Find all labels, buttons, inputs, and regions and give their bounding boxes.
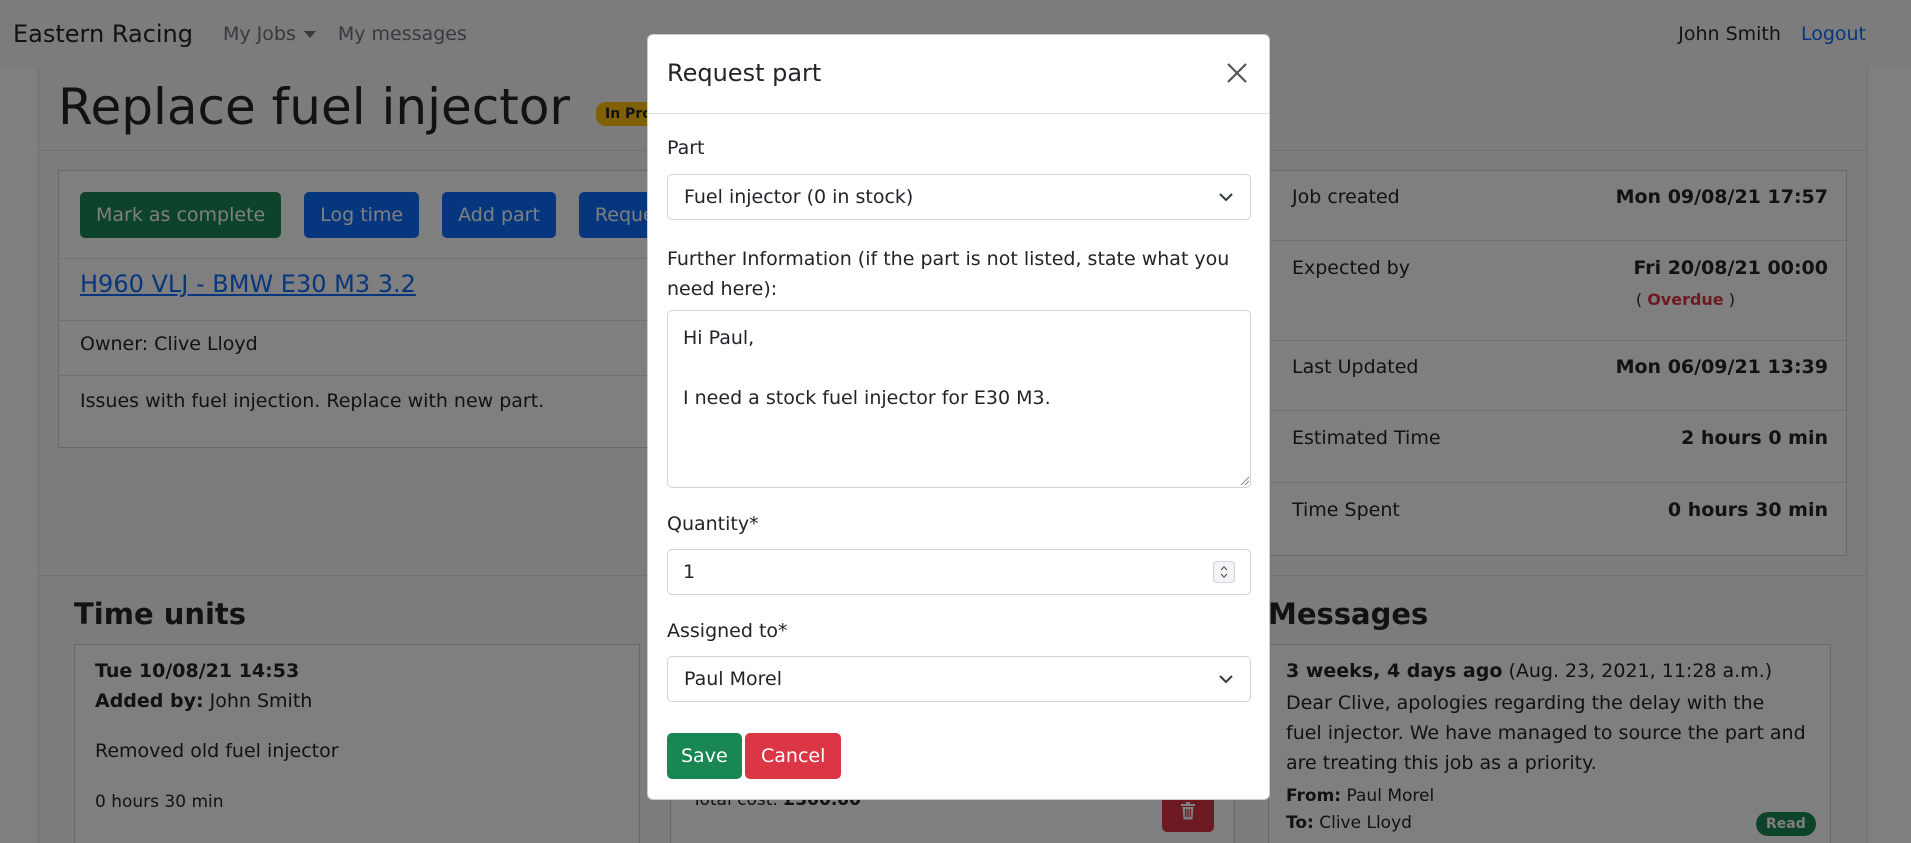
modal-header: Request part <box>648 35 1269 114</box>
chevron-down-icon <box>1219 675 1233 684</box>
quantity-label: Quantity* <box>667 513 759 535</box>
chevron-down-icon <box>1219 193 1233 202</box>
part-label: Part <box>667 137 705 159</box>
part-select[interactable]: Fuel injector (0 in stock) <box>667 174 1251 220</box>
cancel-button[interactable]: Cancel <box>745 733 842 779</box>
quantity-stepper[interactable]: 1 <box>667 549 1251 595</box>
part-select-value: Fuel injector (0 in stock) <box>684 186 914 208</box>
assigned-select-value: Paul Morel <box>684 668 782 690</box>
close-icon <box>1227 63 1247 83</box>
spinner-icon[interactable] <box>1213 561 1235 583</box>
request-part-modal: Request part Part Fuel injector (0 in st… <box>647 34 1270 800</box>
quantity-value: 1 <box>683 561 696 583</box>
modal-title: Request part <box>667 59 822 87</box>
assigned-select[interactable]: Paul Morel <box>667 656 1251 702</box>
further-info-label: Further Information (if the part is not … <box>667 248 1230 300</box>
resize-handle-icon[interactable] <box>1240 476 1250 486</box>
further-info-textarea[interactable]: Hi Paul, I need a stock fuel injector fo… <box>667 310 1251 488</box>
save-button[interactable]: Save <box>667 733 742 779</box>
close-button[interactable] <box>1221 57 1253 89</box>
assigned-label: Assigned to* <box>667 620 788 642</box>
